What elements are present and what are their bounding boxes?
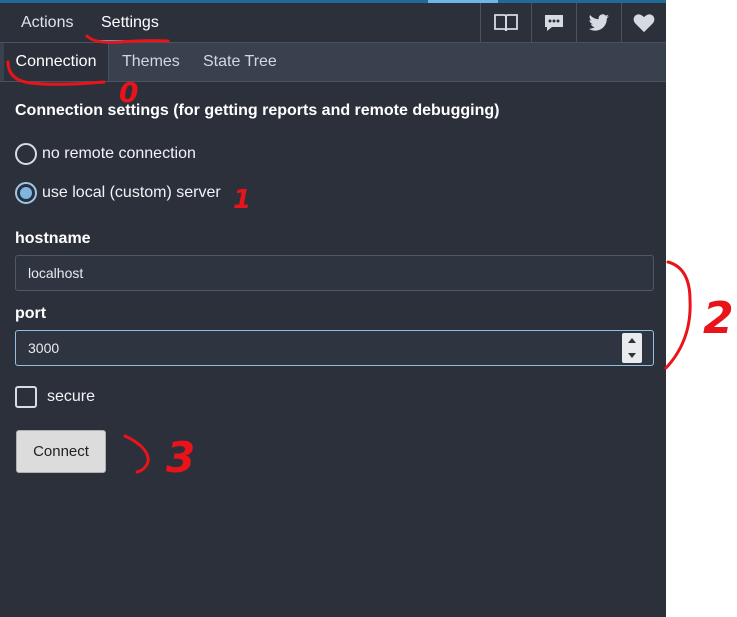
- hostname-label: hostname: [15, 230, 91, 247]
- port-label: port: [15, 305, 47, 322]
- book-icon: [494, 13, 518, 31]
- chevron-up-icon: [628, 338, 636, 343]
- radio-label-local-server: use local (custom) server: [42, 184, 221, 201]
- heart-icon: [633, 13, 655, 32]
- radio-no-remote[interactable]: no remote connection: [15, 142, 196, 166]
- port-stepper[interactable]: [622, 333, 642, 363]
- twitter-button[interactable]: [576, 3, 621, 42]
- radio-label-no-remote: no remote connection: [42, 145, 196, 162]
- top-icon-group: [480, 3, 666, 42]
- chat-icon: [545, 14, 563, 31]
- tab-themes[interactable]: Themes: [122, 43, 180, 81]
- section-title: Connection settings (for getting reports…: [15, 102, 500, 119]
- hostname-input[interactable]: [15, 255, 654, 291]
- annotation-bracket: [664, 260, 692, 370]
- support-button[interactable]: [621, 3, 666, 42]
- radio-local-server[interactable]: use local (custom) server: [15, 181, 221, 205]
- chevron-down-icon: [628, 353, 636, 358]
- port-input[interactable]: [15, 330, 654, 366]
- tab-connection[interactable]: Connection: [4, 43, 109, 81]
- tab-state-tree[interactable]: State Tree: [203, 43, 277, 81]
- settings-tab-bar: Connection Themes State Tree: [0, 43, 666, 82]
- twitter-icon: [588, 13, 609, 31]
- radio-dot: [20, 187, 32, 199]
- connect-button[interactable]: Connect: [16, 430, 106, 473]
- secure-label: secure: [47, 388, 96, 405]
- decrement-button[interactable]: [622, 348, 642, 363]
- tab-actions[interactable]: Actions: [21, 3, 73, 42]
- radio-circle-checked[interactable]: [15, 182, 37, 204]
- feedback-button[interactable]: [531, 3, 576, 42]
- main-tab-bar: Actions Settings: [0, 3, 666, 43]
- docs-button[interactable]: [480, 3, 531, 42]
- tab-settings[interactable]: Settings: [95, 3, 165, 42]
- port-field: [15, 330, 654, 366]
- secure-checkbox-row[interactable]: secure: [15, 385, 95, 409]
- radio-circle[interactable]: [15, 143, 37, 165]
- increment-button[interactable]: [622, 333, 642, 348]
- settings-panel: Actions Settings Connection Themes State…: [0, 0, 666, 617]
- secure-checkbox[interactable]: [15, 386, 37, 408]
- annotation-mark-2: 2: [703, 293, 734, 344]
